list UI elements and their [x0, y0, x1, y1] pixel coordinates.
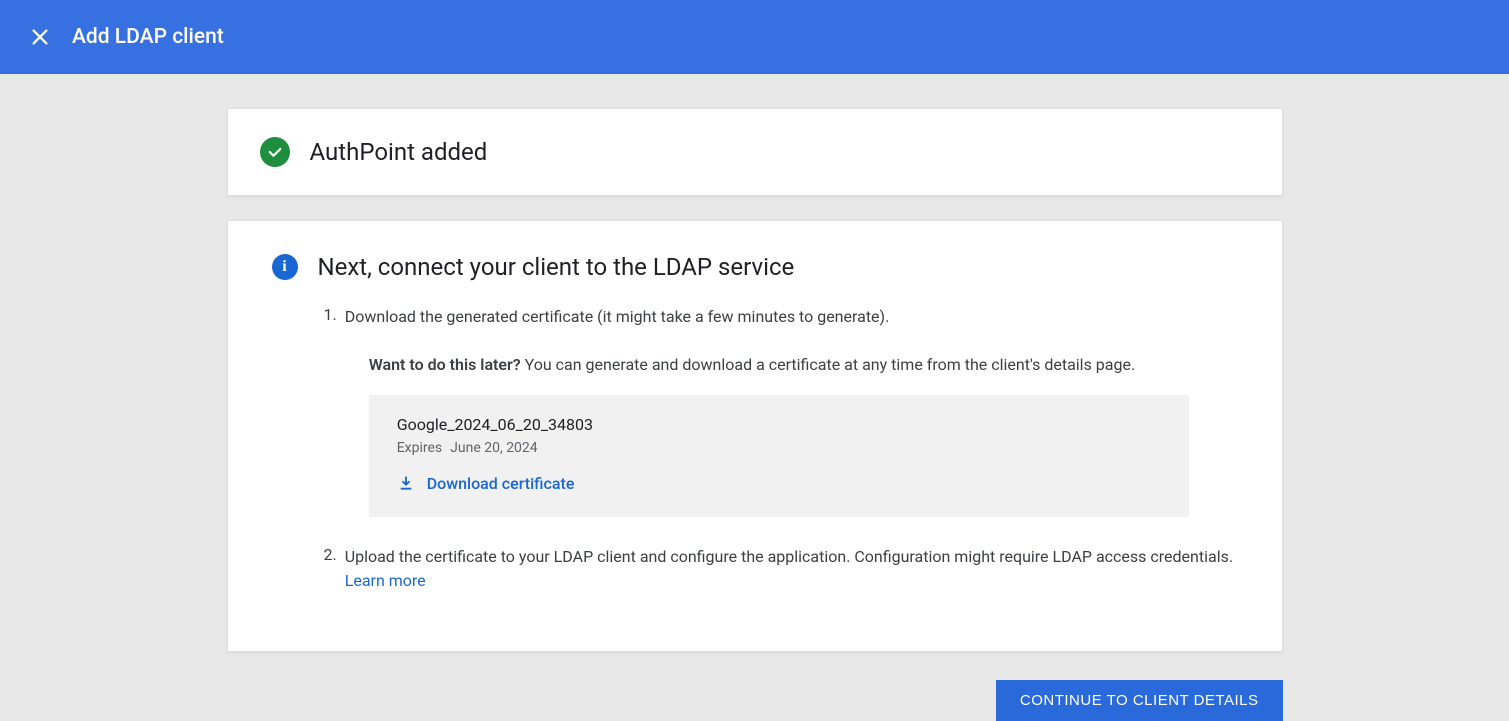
- step-2-text: Upload the certificate to your LDAP clie…: [345, 545, 1238, 593]
- later-text: Want to do this later? You can generate …: [369, 353, 1238, 377]
- footer: CONTINUE TO CLIENT DETAILS: [227, 676, 1283, 721]
- later-rest: You can generate and download a certific…: [521, 355, 1136, 374]
- info-header: i Next, connect your client to the LDAP …: [272, 253, 1238, 281]
- app-header: Add LDAP client: [0, 0, 1509, 74]
- step-1-text: Download the generated certificate (it m…: [345, 305, 1238, 329]
- success-message: AuthPoint added: [310, 138, 488, 166]
- continue-button[interactable]: CONTINUE TO CLIENT DETAILS: [996, 680, 1283, 721]
- download-label: Download certificate: [427, 474, 575, 493]
- info-card: i Next, connect your client to the LDAP …: [227, 220, 1283, 652]
- info-title: Next, connect your client to the LDAP se…: [318, 253, 795, 281]
- step-1-number: 1.: [324, 305, 337, 517]
- step-2-number: 2.: [324, 545, 337, 593]
- download-certificate-link[interactable]: Download certificate: [397, 474, 1161, 493]
- learn-more-link[interactable]: Learn more: [345, 571, 426, 590]
- step-1: 1. Download the generated certificate (i…: [324, 305, 1238, 517]
- certificate-expires: Expires June 20, 2024: [397, 440, 1161, 456]
- check-circle-icon: [260, 137, 290, 167]
- step-2: 2. Upload the certificate to your LDAP c…: [324, 545, 1238, 593]
- certificate-box: Google_2024_06_20_34803 Expires June 20, …: [369, 395, 1189, 517]
- success-card: AuthPoint added: [227, 108, 1283, 196]
- info-icon: i: [272, 254, 298, 280]
- close-icon[interactable]: [28, 25, 52, 49]
- page-title: Add LDAP client: [72, 25, 224, 49]
- expires-label: Expires: [397, 440, 442, 456]
- certificate-name: Google_2024_06_20_34803: [397, 415, 1161, 434]
- content-area: AuthPoint added i Next, connect your cli…: [0, 74, 1509, 721]
- expires-date: June 20, 2024: [450, 440, 538, 456]
- later-strong: Want to do this later?: [369, 355, 521, 374]
- steps-list: 1. Download the generated certificate (i…: [272, 305, 1238, 593]
- download-icon: [397, 475, 415, 493]
